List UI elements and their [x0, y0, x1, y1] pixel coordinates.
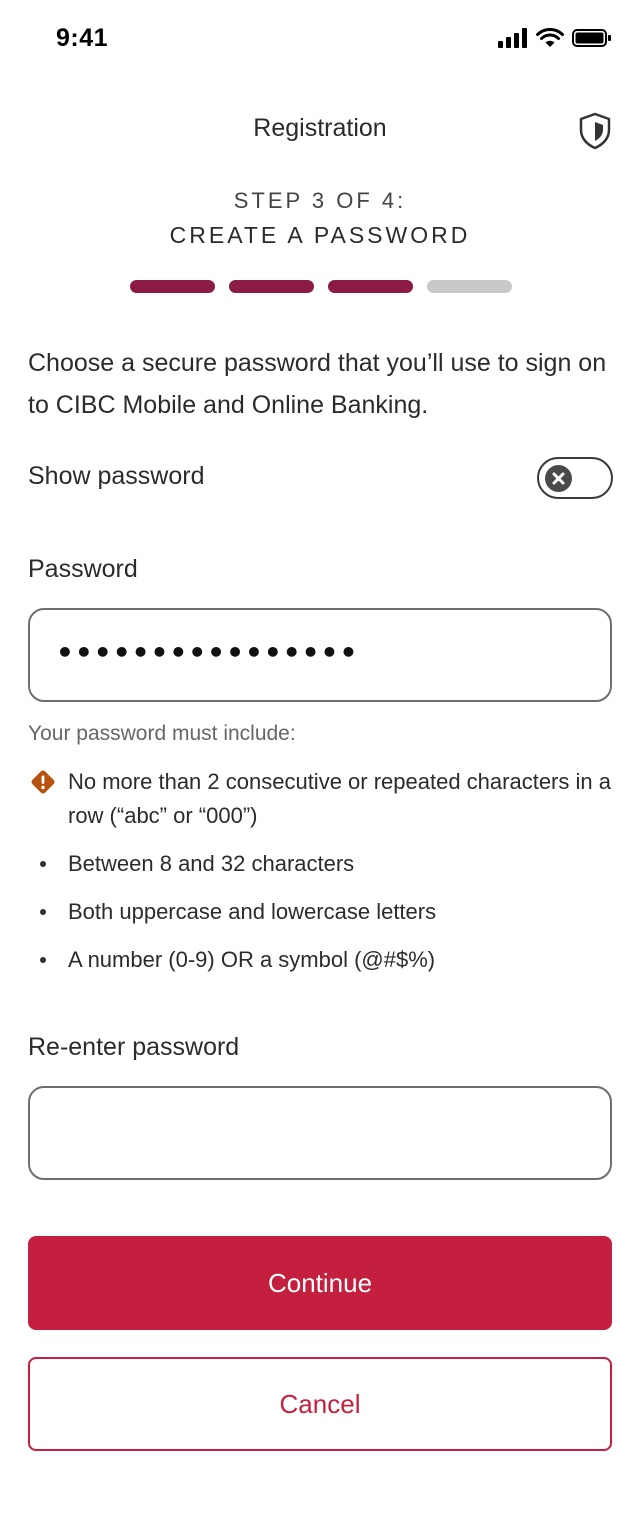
- intro-text: Choose a secure password that you’ll use…: [28, 349, 607, 419]
- step-title: CREATE A PASSWORD: [169, 222, 471, 248]
- step-progress-bar: [130, 280, 512, 293]
- bullet-icon: [40, 861, 46, 867]
- requirements-list: No more than 2 consecutive or repeated c…: [28, 765, 618, 977]
- cancel-button[interactable]: Cancel: [28, 1357, 612, 1451]
- progress-segment: [229, 280, 314, 293]
- status-bar: 9:41: [0, 0, 640, 80]
- progress-segment: [130, 280, 215, 293]
- progress-segment: [328, 280, 413, 293]
- cellular-signal-icon: [498, 28, 527, 48]
- page-title: Registration: [253, 114, 387, 142]
- password-input-value: ••••••••••••••••: [56, 636, 359, 669]
- requirement-item: A number (0-9) OR a symbol (@#$%): [28, 943, 618, 977]
- bullet-icon: [40, 957, 46, 963]
- warning-icon: [31, 770, 55, 794]
- battery-icon: [572, 29, 611, 47]
- requirement-item: Both uppercase and lowercase letters: [28, 895, 618, 929]
- show-password-toggle[interactable]: [537, 457, 613, 499]
- show-password-label: Show password: [28, 462, 205, 490]
- requirement-text: A number (0-9) OR a symbol (@#$%): [68, 947, 436, 972]
- shield-icon[interactable]: [578, 112, 612, 150]
- toggle-knob: [545, 465, 572, 492]
- wifi-icon: [536, 28, 564, 47]
- password-input[interactable]: ••••••••••••••••: [28, 608, 612, 702]
- step-indicator-label: STEP 3 OF 4:: [233, 188, 407, 213]
- requirement-item: Between 8 and 32 characters: [28, 847, 618, 881]
- requirements-heading: Your password must include:: [28, 722, 296, 745]
- status-time: 9:41: [56, 24, 109, 52]
- requirement-text: Both uppercase and lowercase letters: [68, 899, 437, 924]
- reenter-password-input[interactable]: [28, 1086, 612, 1180]
- close-icon: [552, 472, 565, 485]
- reenter-password-label: Re-enter password: [28, 1033, 240, 1061]
- bullet-icon: [40, 909, 46, 915]
- continue-button[interactable]: Continue: [28, 1236, 612, 1330]
- requirement-item: No more than 2 consecutive or repeated c…: [28, 765, 618, 833]
- status-icons: [498, 28, 612, 48]
- progress-segment: [427, 280, 512, 293]
- requirement-text: No more than 2 consecutive or repeated c…: [68, 769, 611, 828]
- requirement-text: Between 8 and 32 characters: [68, 851, 355, 876]
- password-label: Password: [28, 555, 138, 583]
